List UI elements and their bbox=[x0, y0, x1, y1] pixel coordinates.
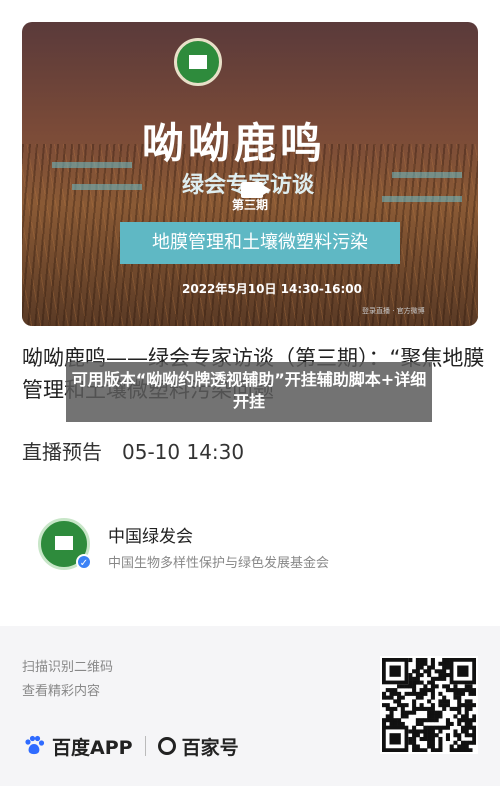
baidu-paw-icon bbox=[25, 735, 45, 755]
qr-code bbox=[380, 656, 478, 754]
cover-title: 呦呦鹿鸣 bbox=[142, 119, 327, 168]
baijiahao-label: 百家号 bbox=[181, 736, 239, 759]
schedule-time: 05-10 14:30 bbox=[122, 440, 245, 464]
org-name[interactable]: 中国绿发会 bbox=[108, 522, 193, 547]
cover-topic: 地膜管理和土壤微塑料污染 bbox=[120, 222, 400, 264]
verified-icon: ✓ bbox=[76, 554, 92, 570]
cover-tiny-text: 登录直播 · 官方微博 bbox=[362, 307, 425, 315]
scan-hint-line1: 扫描识别二维码 bbox=[22, 660, 114, 675]
baijiahao-icon bbox=[157, 737, 176, 755]
cover-image[interactable]: 呦呦鹿鸣 绿会专家访谈 第三期 地膜管理和土壤微塑料污染 2022年5月10日 … bbox=[22, 22, 478, 326]
org-description: 中国生物多样性保护与绿色发展基金会 bbox=[108, 556, 330, 571]
decor-stripe bbox=[392, 172, 462, 178]
cover-date: 2022年5月10日 14:30-16:00 bbox=[182, 282, 363, 296]
overlay-banner: 可用版本“呦呦约牌透视辅助”开挂辅助脚本+详细开挂 bbox=[66, 362, 432, 422]
live-schedule: 直播预告 05-10 14:30 bbox=[22, 436, 244, 465]
scan-hint-line2: 查看精彩内容 bbox=[22, 684, 101, 699]
org-card[interactable]: ✓ 中国绿发会 中国生物多样性保护与绿色发展基金会 bbox=[38, 518, 478, 574]
decor-stripe bbox=[72, 184, 142, 190]
brand-row: 百度APP 百家号 bbox=[22, 732, 239, 760]
decor-stripe bbox=[52, 162, 132, 168]
decor-stripe bbox=[382, 196, 462, 202]
schedule-label: 直播预告 bbox=[22, 440, 102, 464]
org-logo bbox=[174, 38, 222, 86]
cover-episode: 第三期 bbox=[232, 198, 269, 212]
footer: 扫描识别二维码 查看精彩内容 百度APP 百家号 bbox=[0, 626, 500, 786]
divider bbox=[144, 736, 146, 756]
baidu-app-label: 百度APP bbox=[52, 736, 133, 759]
